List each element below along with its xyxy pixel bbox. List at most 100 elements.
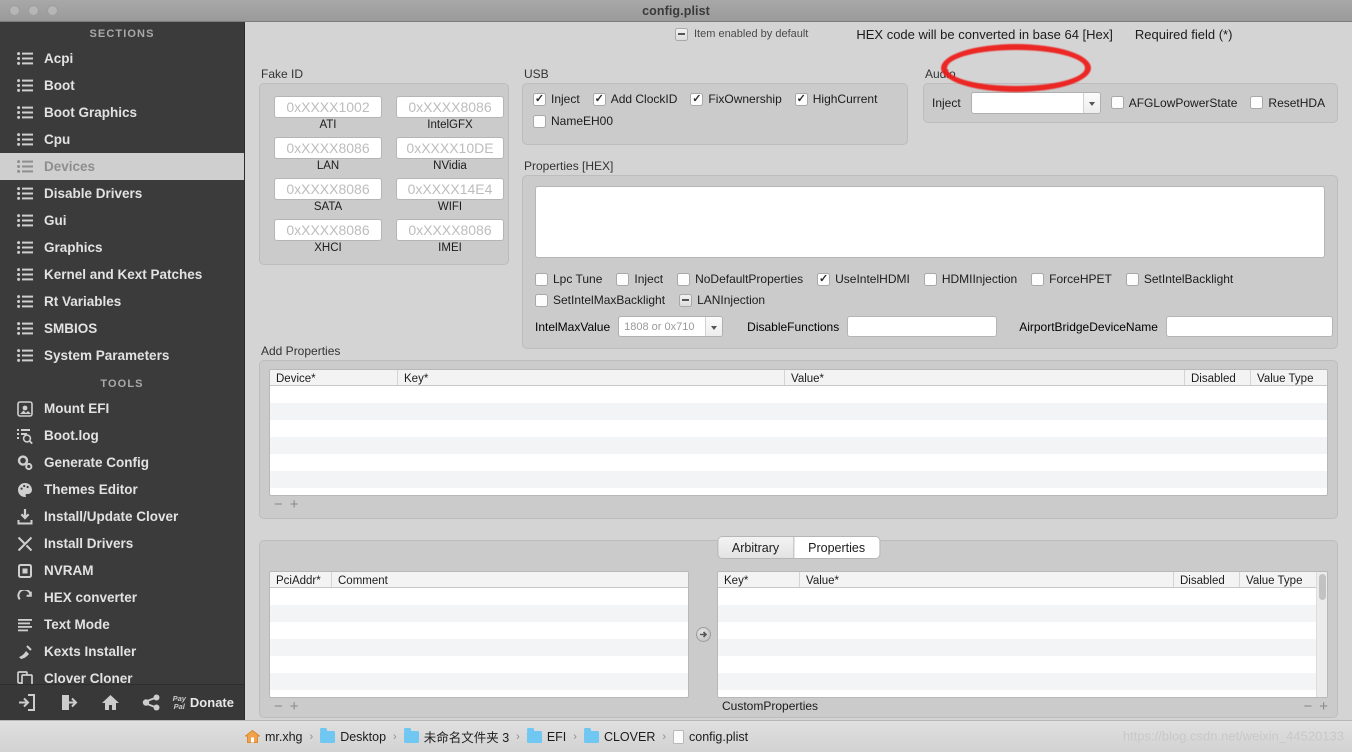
pciaddr-col-comment[interactable]: Comment xyxy=(332,572,688,587)
table-row[interactable] xyxy=(270,588,688,605)
sidebar-tool-kexts-installer[interactable]: Kexts Installer xyxy=(0,638,244,665)
table-row[interactable] xyxy=(270,605,688,622)
audio-inject-select[interactable]: Detect12371228887888 xyxy=(970,91,1101,114)
checkbox-box[interactable] xyxy=(592,92,606,106)
table-row[interactable] xyxy=(718,639,1316,656)
usb-checkbox-fixownership[interactable]: FixOwnership xyxy=(690,92,782,106)
table-row[interactable] xyxy=(270,471,1327,488)
checkbox-box[interactable] xyxy=(1125,272,1139,286)
table-row[interactable] xyxy=(270,437,1327,454)
fake-id-input-ati[interactable] xyxy=(274,96,382,118)
checkbox-box[interactable] xyxy=(679,293,693,307)
donate-button[interactable]: Pay Pal Donate xyxy=(173,695,238,710)
custom-properties-col-value-[interactable]: Value* xyxy=(800,572,1174,587)
custom-properties-col-key-[interactable]: Key* xyxy=(718,572,800,587)
fake-id-input-lan[interactable] xyxy=(274,137,382,159)
sidebar-tool-boot-log[interactable]: Boot.log xyxy=(0,422,244,449)
table-row[interactable] xyxy=(718,656,1316,673)
sidebar-tool-clover-cloner[interactable]: Clover Cloner xyxy=(0,665,244,684)
table-row[interactable] xyxy=(718,605,1316,622)
scrollbar-thumb[interactable] xyxy=(1318,574,1326,600)
table-row[interactable] xyxy=(270,656,688,673)
table-row[interactable] xyxy=(270,690,688,697)
phex-checkbox-laninjection[interactable]: LANInjection xyxy=(679,293,765,307)
breadcrumb-item-3[interactable]: EFI xyxy=(526,727,566,744)
table-row[interactable] xyxy=(270,403,1327,420)
checkbox-box[interactable] xyxy=(533,92,546,106)
checkbox-box[interactable] xyxy=(794,92,808,106)
phex-checkbox-forcehpet[interactable]: ForceHPET xyxy=(1031,272,1112,286)
share-icon[interactable] xyxy=(131,694,173,711)
custom-properties-scrollbar[interactable] xyxy=(1316,572,1327,697)
add-properties-col-device-[interactable]: Device* xyxy=(270,370,398,385)
pciaddr-col-pciaddr-[interactable]: PciAddr* xyxy=(270,572,332,587)
sidebar-tool-generate-config[interactable]: Generate Config xyxy=(0,449,244,476)
table-row[interactable] xyxy=(718,622,1316,639)
sidebar-item-rt-variables[interactable]: Rt Variables xyxy=(0,288,244,315)
sidebar-item-smbios[interactable]: SMBIOS xyxy=(0,315,244,342)
fake-id-input-wifi[interactable] xyxy=(396,178,504,200)
checkbox-box[interactable] xyxy=(535,272,548,286)
usb-checkbox-add-clockid[interactable]: Add ClockID xyxy=(592,92,677,106)
sidebar-tool-hex-converter[interactable]: HEX converter xyxy=(0,584,244,611)
checkbox-box[interactable] xyxy=(677,272,691,286)
table-row[interactable] xyxy=(270,386,1327,403)
phex-checkbox-setintelbacklight[interactable]: SetIntelBacklight xyxy=(1125,272,1233,286)
add-properties-col-value-[interactable]: Value* xyxy=(785,370,1185,385)
sidebar-tool-text-mode[interactable]: Text Mode xyxy=(0,611,244,638)
checkbox-box[interactable] xyxy=(535,293,548,307)
checkbox-box[interactable] xyxy=(616,272,630,286)
breadcrumb-item-0[interactable]: mr.xhg xyxy=(245,730,303,744)
checkbox-box[interactable] xyxy=(690,92,704,106)
add-properties-col-value-type[interactable]: Value Type xyxy=(1251,370,1327,385)
custom-properties-table[interactable]: Key* Value* Disabled Value Type xyxy=(717,571,1328,698)
import-icon[interactable] xyxy=(6,694,48,711)
sidebar-item-boot[interactable]: Boot xyxy=(0,72,244,99)
custom-properties-col-disabled[interactable]: Disabled xyxy=(1174,572,1240,587)
phex-checkbox-inject[interactable]: Inject xyxy=(616,272,663,286)
checkbox-box[interactable] xyxy=(1031,272,1045,286)
properties-hex-textarea[interactable] xyxy=(535,186,1325,258)
fake-id-input-nvidia[interactable] xyxy=(396,137,504,159)
checkbox-box[interactable] xyxy=(533,114,546,128)
sidebar-tool-install-drivers[interactable]: Install Drivers xyxy=(0,530,244,557)
table-row[interactable] xyxy=(270,454,1327,471)
arrow-right-circle-icon[interactable] xyxy=(695,627,711,642)
sidebar-tool-themes-editor[interactable]: Themes Editor xyxy=(0,476,244,503)
phex-checkbox-lpc-tune[interactable]: Lpc Tune xyxy=(535,272,602,286)
sidebar-item-gui[interactable]: Gui xyxy=(0,207,244,234)
breadcrumb-item-1[interactable]: Desktop xyxy=(320,727,386,744)
sidebar-item-kernel-and-kext-patches[interactable]: Kernel and Kext Patches xyxy=(0,261,244,288)
checkbox-box[interactable] xyxy=(1110,96,1124,109)
pciaddr-remove-button[interactable]: − xyxy=(274,699,283,714)
audio-checkbox-afglowpowerstate[interactable]: AFGLowPowerState xyxy=(1110,96,1237,110)
phex-checkbox-useintelhdmi[interactable]: UseIntelHDMI xyxy=(817,272,910,286)
export-icon[interactable] xyxy=(48,694,90,711)
sidebar-item-cpu[interactable]: Cpu xyxy=(0,126,244,153)
add-properties-add-button[interactable]: + xyxy=(290,497,299,512)
phex-checkbox-nodefaultproperties[interactable]: NoDefaultProperties xyxy=(677,272,803,286)
add-properties-remove-button[interactable]: − xyxy=(274,497,283,512)
table-row[interactable] xyxy=(270,673,688,690)
breadcrumb-item-2[interactable]: 未命名文件夹 3 xyxy=(403,727,509,746)
custom-properties-col-value-type[interactable]: Value Type xyxy=(1240,572,1316,587)
table-row[interactable] xyxy=(270,420,1327,437)
bottom-panel-tabs[interactable]: Arbitrary Properties xyxy=(716,536,881,559)
phex-checkbox-setintelmaxbacklight[interactable]: SetIntelMaxBacklight xyxy=(535,293,665,307)
custom-properties-remove-button[interactable]: − xyxy=(1303,699,1312,714)
tab-properties[interactable]: Properties xyxy=(794,537,880,558)
sidebar-tool-mount-efi[interactable]: Mount EFI xyxy=(0,395,244,422)
sidebar-item-boot-graphics[interactable]: Boot Graphics xyxy=(0,99,244,126)
disable-functions-input[interactable] xyxy=(847,316,998,337)
table-row[interactable] xyxy=(718,588,1316,605)
fake-id-input-sata[interactable] xyxy=(274,178,382,200)
table-row[interactable] xyxy=(270,639,688,656)
breadcrumb[interactable]: mr.xhg › Desktop › 未命名文件夹 3 › EFI › CLOVER › confi… xyxy=(245,727,748,746)
add-properties-col-disabled[interactable]: Disabled xyxy=(1185,370,1251,385)
sidebar-item-system-parameters[interactable]: System Parameters xyxy=(0,342,244,369)
intel-max-value-select[interactable]: 1808 or 0x710 xyxy=(618,316,724,337)
breadcrumb-item-4[interactable]: CLOVER xyxy=(583,727,655,744)
sidebar-item-acpi[interactable]: Acpi xyxy=(0,45,244,72)
table-row[interactable] xyxy=(718,690,1316,697)
usb-checkbox-inject[interactable]: Inject xyxy=(533,92,580,106)
